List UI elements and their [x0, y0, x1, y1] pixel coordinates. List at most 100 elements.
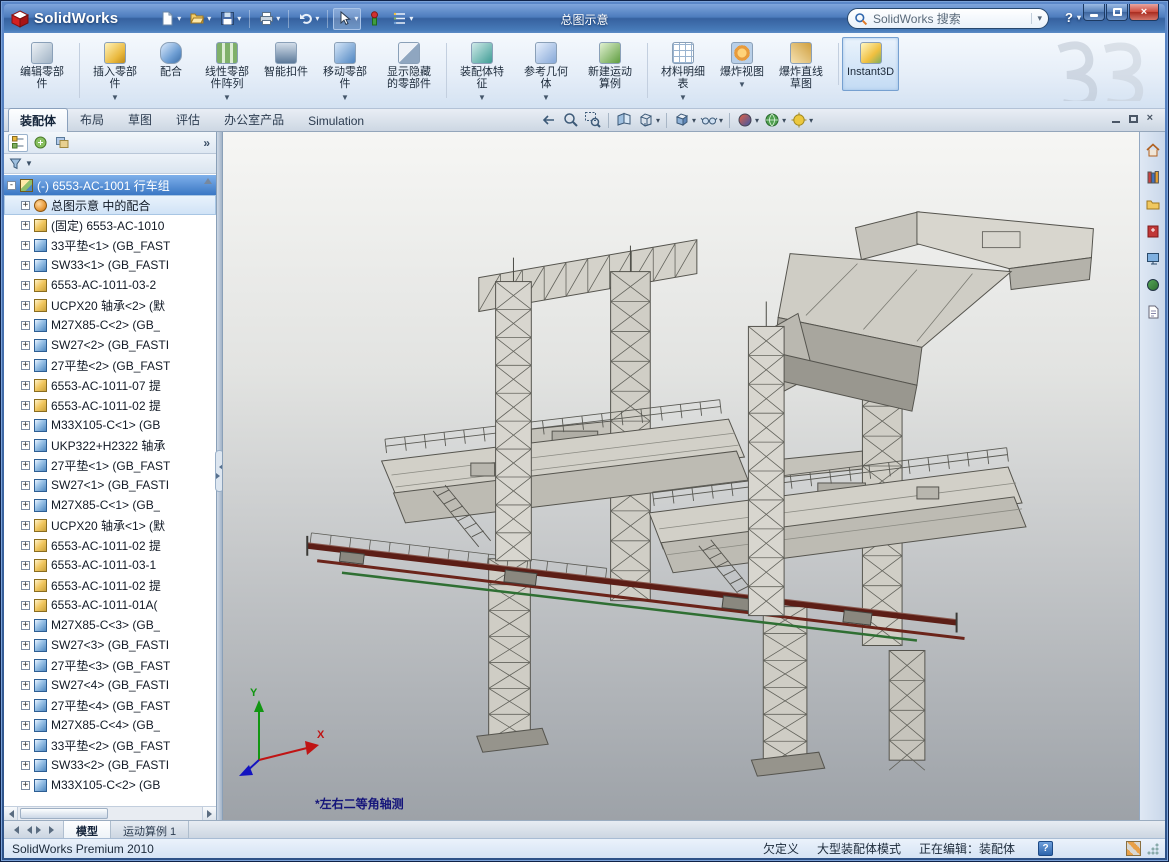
- select-tool-button[interactable]: ▾: [333, 8, 361, 30]
- edit-appearance-icon[interactable]: ▾: [735, 111, 760, 129]
- tree-item[interactable]: + 6553-AC-1011-03-1: [4, 555, 216, 575]
- undo-button[interactable]: ▾: [294, 8, 322, 30]
- expand-toggle[interactable]: +: [21, 461, 30, 470]
- ribbon-tab[interactable]: 布局: [68, 107, 116, 131]
- expand-toggle[interactable]: +: [21, 381, 30, 390]
- tree-scroll-up-icon[interactable]: [204, 178, 212, 184]
- ribbon-tab[interactable]: 办公室产品: [212, 107, 296, 131]
- ribbon-button[interactable]: 线性零部件阵列 ▼: [195, 37, 259, 104]
- ribbon-button[interactable]: 爆炸直线草图: [769, 37, 833, 104]
- expand-toggle[interactable]: +: [21, 621, 30, 630]
- ribbon-button[interactable]: 参考几何体 ▼: [514, 37, 578, 104]
- tree-item[interactable]: + 6553-AC-1011-03-2: [4, 275, 216, 295]
- doc-minimize-icon[interactable]: [1112, 121, 1120, 123]
- section-view-icon[interactable]: [614, 111, 634, 129]
- ribbon-button[interactable]: 爆炸视图 ▼: [715, 37, 769, 91]
- tree-item[interactable]: - (-) 6553-AC-1001 行车组: [4, 175, 216, 195]
- expand-toggle[interactable]: +: [21, 721, 30, 730]
- view-palette-icon[interactable]: [1143, 248, 1163, 268]
- next-tab-button[interactable]: [34, 826, 46, 834]
- expand-toggle[interactable]: +: [21, 301, 30, 310]
- tree-item[interactable]: + UKP322+H2322 轴承: [4, 435, 216, 455]
- tab-featuremanager[interactable]: [8, 134, 28, 152]
- tree-item[interactable]: + (固定) 6553-AC-1010: [4, 215, 216, 235]
- scroll-left-button[interactable]: [4, 807, 18, 820]
- tree-item[interactable]: + 6553-AC-1011-07 提: [4, 375, 216, 395]
- tree-item[interactable]: + 总图示意 中的配合: [4, 195, 216, 215]
- rebuild-button[interactable]: [363, 8, 386, 30]
- expand-toggle[interactable]: +: [21, 361, 30, 370]
- status-help-button[interactable]: ?: [1038, 841, 1053, 856]
- tree-item[interactable]: + SW33<2> (GB_FASTI: [4, 755, 216, 775]
- open-document-button[interactable]: ▾: [186, 8, 214, 30]
- resize-grip[interactable]: [1146, 842, 1159, 855]
- expand-toggle[interactable]: +: [21, 661, 30, 670]
- expand-toggle[interactable]: +: [21, 781, 30, 790]
- restore-button[interactable]: [1106, 4, 1128, 21]
- dropdown-arrow-icon[interactable]: ▾: [1077, 13, 1081, 22]
- document-tab[interactable]: 模型: [64, 821, 111, 838]
- dropdown-arrow-icon[interactable]: ▾: [354, 14, 358, 23]
- ribbon-button[interactable]: 编辑零部件: [10, 37, 74, 104]
- ribbon-button[interactable]: 新建运动算例: [578, 37, 642, 104]
- tree-filter-bar[interactable]: ▼: [4, 154, 216, 174]
- tree-item[interactable]: + SW27<2> (GB_FASTI: [4, 335, 216, 355]
- prev-tab-button[interactable]: [21, 826, 33, 834]
- document-tab[interactable]: 运动算例 1: [111, 821, 189, 838]
- expand-toggle[interactable]: +: [21, 701, 30, 710]
- scrollbar-thumb[interactable]: [20, 808, 108, 819]
- tab-configurationmanager[interactable]: [52, 134, 72, 152]
- expand-toggle[interactable]: +: [21, 201, 30, 210]
- tree-item[interactable]: + M33X105-C<1> (GB: [4, 415, 216, 435]
- tree-item[interactable]: + M27X85-C<4> (GB_: [4, 715, 216, 735]
- doc-close-icon[interactable]: ×: [1147, 113, 1153, 124]
- resources-home-icon[interactable]: [1143, 140, 1163, 160]
- design-library-icon[interactable]: [1143, 167, 1163, 187]
- expand-toggle[interactable]: +: [21, 281, 30, 290]
- dropdown-arrow-icon[interactable]: ▾: [315, 14, 319, 23]
- tree-item[interactable]: + 6553-AC-1011-01A(: [4, 595, 216, 615]
- tab-propertymanager[interactable]: [30, 134, 50, 152]
- expand-toggle[interactable]: +: [21, 521, 30, 530]
- ribbon-button[interactable]: 显示隐藏的零部件: [377, 37, 441, 104]
- print-button[interactable]: ▾: [255, 8, 283, 30]
- doc-restore-icon[interactable]: [1129, 115, 1138, 123]
- file-explorer-icon[interactable]: [1143, 194, 1163, 214]
- ribbon-tab[interactable]: 装配体: [8, 108, 68, 132]
- tree-item[interactable]: + 6553-AC-1011-02 提: [4, 395, 216, 415]
- tree-item[interactable]: + M27X85-C<3> (GB_: [4, 615, 216, 635]
- tree-item[interactable]: + UCPX20 轴承<1> (默: [4, 515, 216, 535]
- last-tab-button[interactable]: [47, 826, 59, 834]
- minimize-button[interactable]: [1083, 4, 1105, 21]
- tree-item[interactable]: + 6553-AC-1011-02 提: [4, 575, 216, 595]
- ribbon-button[interactable]: 配合: [147, 37, 195, 91]
- ribbon-tab[interactable]: Simulation: [296, 110, 376, 131]
- ribbon-button[interactable]: Instant3D: [842, 37, 899, 91]
- tree-item[interactable]: + 27平垫<4> (GB_FAST: [4, 695, 216, 715]
- panel-more-button[interactable]: »: [203, 136, 212, 150]
- ribbon-button[interactable]: 插入零部件 ▼: [83, 37, 147, 104]
- tree-item[interactable]: + SW27<3> (GB_FASTI: [4, 635, 216, 655]
- expand-toggle[interactable]: +: [21, 221, 30, 230]
- expand-toggle[interactable]: +: [21, 441, 30, 450]
- tree-item[interactable]: + 27平垫<1> (GB_FAST: [4, 455, 216, 475]
- tree-item[interactable]: + 27平垫<2> (GB_FAST: [4, 355, 216, 375]
- ribbon-tab[interactable]: 草图: [116, 107, 164, 131]
- dropdown-arrow-icon[interactable]: ▾: [177, 14, 181, 23]
- search-input[interactable]: SolidWorks 搜索: [873, 10, 1026, 27]
- tree-item[interactable]: + M33X105-C<2> (GB: [4, 775, 216, 795]
- model-3d-gantry-crane[interactable]: [223, 132, 1139, 820]
- dropdown-arrow-icon[interactable]: ▾: [409, 14, 413, 23]
- graphics-viewport[interactable]: Y X *左右二等角轴测: [222, 132, 1139, 820]
- tree-item[interactable]: + M27X85-C<2> (GB_: [4, 315, 216, 335]
- expand-toggle[interactable]: +: [21, 581, 30, 590]
- expand-toggle[interactable]: +: [21, 641, 30, 650]
- ribbon-button[interactable]: 装配体特征 ▼: [450, 37, 514, 104]
- expand-toggle[interactable]: +: [21, 601, 30, 610]
- expand-toggle[interactable]: +: [21, 261, 30, 270]
- scroll-right-button[interactable]: [202, 807, 216, 820]
- ribbon-tab[interactable]: 评估: [164, 107, 212, 131]
- zoom-fit-icon[interactable]: [561, 111, 581, 129]
- expand-toggle[interactable]: +: [21, 761, 30, 770]
- expand-toggle[interactable]: +: [21, 241, 30, 250]
